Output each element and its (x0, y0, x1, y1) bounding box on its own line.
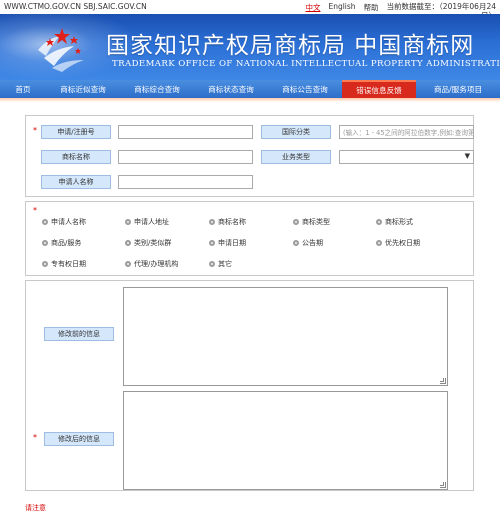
biz-type-label: 业务类型 (261, 150, 331, 164)
radio-agency[interactable]: 代理/办理机构 (125, 259, 178, 269)
resize-grip-icon[interactable] (440, 378, 446, 384)
radio-exclusive-date[interactable]: 专有权日期 (42, 259, 86, 269)
applicant-input[interactable] (118, 175, 253, 189)
banner-title-cn: 国家知识产权局商标局 中国商标网 (106, 33, 475, 59)
after-info-label: 修改后的信息 (44, 432, 114, 446)
update-line-1: 当前数据截至：（2019年06月24 (386, 2, 496, 11)
error-field-panel: * 申请人名称 申请人地址 商标名称 商标类型 商标形式 商品/服务 类别/类似… (25, 201, 474, 276)
radio-tm-form[interactable]: 商标形式 (376, 217, 413, 227)
radio-apply-date[interactable]: 申请日期 (209, 238, 246, 248)
select-arrow-icon: ▼ (464, 152, 470, 160)
notice-text: 请注意 (25, 504, 46, 512)
resize-grip-icon[interactable] (440, 482, 446, 488)
radio-applicant-address[interactable]: 申请人地址 (125, 217, 169, 227)
required-mark: * (33, 433, 37, 442)
nav-underline (0, 98, 500, 102)
nav-goods-services[interactable]: 商品/服务项目 (416, 80, 500, 98)
radio-icon (42, 240, 48, 246)
help-link[interactable]: 帮助 (364, 2, 379, 13)
applicant-label: 申请人名称 (41, 175, 111, 189)
radio-icon (376, 219, 382, 225)
nav-composite-search[interactable]: 商标综合查询 (120, 80, 194, 98)
biz-type-select[interactable]: ▼ (339, 150, 474, 164)
tm-name-label: 商标名称 (41, 150, 111, 164)
intl-class-input[interactable]: (输入：1 - 45之间的阿拉伯数字,例如:查询第9类输入9) (339, 125, 474, 139)
main-nav: 首页 商标近似查询 商标综合查询 商标状态查询 商标公告查询 错误信息反馈 商品… (0, 80, 500, 98)
required-mark: * (33, 206, 37, 215)
radio-tm-type[interactable]: 商标类型 (293, 217, 330, 227)
radio-icon (125, 219, 131, 225)
lang-en-link[interactable]: English (328, 2, 355, 11)
radio-icon (42, 261, 48, 267)
tm-name-input[interactable] (118, 150, 253, 164)
radio-class-group[interactable]: 类别/类似群 (125, 238, 171, 248)
before-info-textarea[interactable] (123, 287, 448, 386)
required-mark: * (33, 126, 37, 135)
intl-class-label: 国际分类 (261, 125, 331, 139)
radio-icon (293, 240, 299, 246)
lang-cn-link[interactable]: 中文 (305, 2, 320, 13)
banner-title-en: TRADEMARK OFFICE OF NATIONAL INTELLECTUA… (112, 59, 500, 69)
nav-home[interactable]: 首页 (0, 80, 46, 98)
nav-status-search[interactable]: 商标状态查询 (194, 80, 268, 98)
radio-other[interactable]: 其它 (209, 259, 232, 269)
top-strip: WWW.CTMO.GOV.CN SBJ.SAIC.GOV.CN 中文 Engli… (0, 0, 500, 20)
query-fields-panel: * 申请/注册号 国际分类 (输入：1 - 45之间的阿拉伯数字,例如:查询第9… (25, 115, 474, 197)
radio-icon (209, 219, 215, 225)
site-url: WWW.CTMO.GOV.CN SBJ.SAIC.GOV.CN (4, 2, 147, 11)
radio-priority-date[interactable]: 优先权日期 (376, 238, 420, 248)
revision-panel: 修改前的信息 * 修改后的信息 (25, 280, 474, 491)
radio-icon (209, 261, 215, 267)
radio-tm-name[interactable]: 商标名称 (209, 217, 246, 227)
radio-icon (125, 261, 131, 267)
radio-icon (42, 219, 48, 225)
nav-similar-search[interactable]: 商标近似查询 (46, 80, 120, 98)
after-info-textarea[interactable] (123, 391, 448, 490)
before-info-label: 修改前的信息 (44, 327, 114, 341)
radio-goods-services[interactable]: 商品/服务 (42, 238, 81, 248)
radio-applicant-name[interactable]: 申请人名称 (42, 217, 86, 227)
radio-announcement[interactable]: 公告期 (293, 238, 323, 248)
site-banner: 国家知识产权局商标局 中国商标网 TRADEMARK OFFICE OF NAT… (0, 14, 500, 80)
reg-no-label: 申请/注册号 (41, 125, 111, 139)
radio-icon (125, 240, 131, 246)
nav-announcement-search[interactable]: 商标公告查询 (268, 80, 342, 98)
radio-icon (376, 240, 382, 246)
reg-no-input[interactable] (118, 125, 253, 139)
nav-error-feedback[interactable]: 错误信息反馈 (342, 80, 416, 98)
radio-icon (293, 219, 299, 225)
radio-icon (209, 240, 215, 246)
national-emblem-logo (38, 28, 84, 72)
